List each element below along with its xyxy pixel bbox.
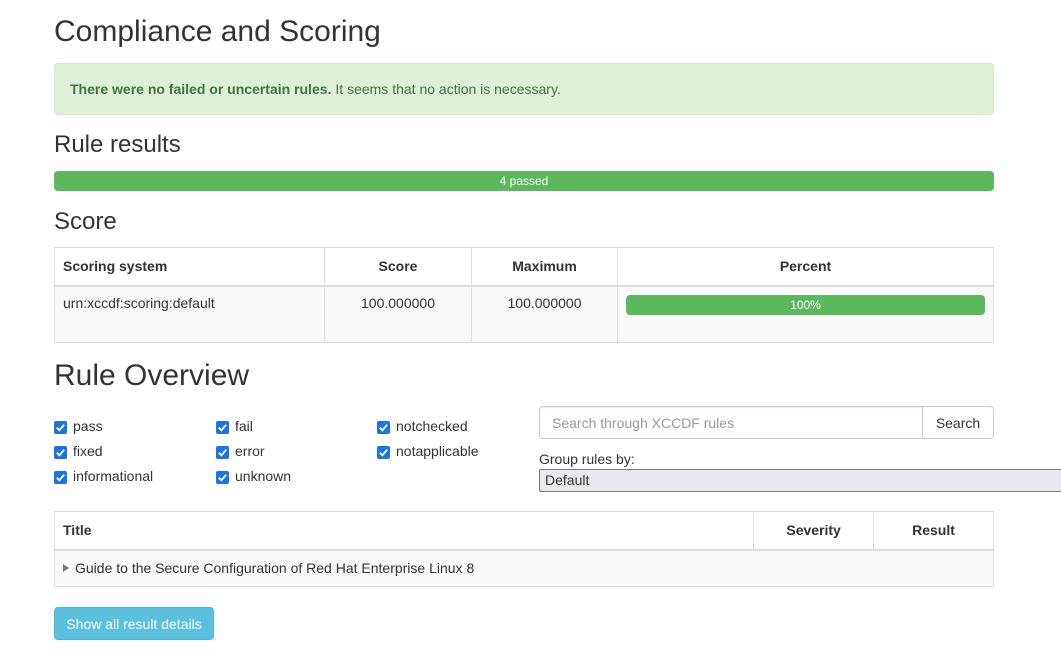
percent-label: 100% — [790, 297, 821, 312]
checkbox-checked-icon[interactable] — [377, 445, 390, 459]
filter-informational[interactable]: informational — [54, 465, 153, 487]
checkbox-checked-icon[interactable] — [216, 420, 229, 434]
filter-label: fail — [235, 418, 253, 434]
filter-notapplicable[interactable]: notapplicable — [377, 440, 479, 462]
search-input[interactable] — [539, 406, 923, 439]
rules-table: Title Severity Result Guide to the Secur… — [53, 511, 994, 587]
filter-label: fixed — [73, 443, 103, 459]
result-filters: pass fixed informational fail error unkn… — [54, 414, 524, 494]
tree-group-row[interactable]: Guide to the Secure Configuration of Red… — [63, 560, 985, 576]
filter-error[interactable]: error — [216, 440, 265, 462]
rule-results-progress: 4 passed — [54, 171, 994, 191]
scoring-system-cell: urn:xccdf:scoring:default — [54, 285, 325, 343]
search-button[interactable]: Search — [923, 406, 994, 439]
percent-cell: 100% — [617, 285, 994, 343]
group-title: Guide to the Secure Configuration of Red… — [75, 560, 475, 577]
filter-label: pass — [73, 418, 103, 434]
score-table: Scoring system Score Maximum Percent urn… — [54, 247, 994, 343]
group-by-label: Group rules by: — [539, 451, 635, 467]
maximum-cell: 100.000000 — [471, 285, 618, 343]
group-by-selected: Default — [545, 472, 590, 488]
checkbox-checked-icon[interactable] — [216, 445, 229, 459]
header-title: Title — [53, 511, 755, 551]
rules-header-row: Title Severity Result — [53, 511, 994, 551]
score-cell: 100.000000 — [324, 285, 472, 343]
report-page: Compliance and Scoring There were no fai… — [0, 0, 1061, 650]
passed-progress-bar: 4 passed — [54, 171, 994, 191]
percent-progress-fill: 100% — [626, 294, 985, 315]
header-score: Score — [324, 247, 472, 287]
checkbox-checked-icon[interactable] — [54, 445, 67, 459]
checkbox-checked-icon[interactable] — [216, 470, 229, 484]
checkbox-checked-icon[interactable] — [54, 420, 67, 434]
filter-notchecked[interactable]: notchecked — [377, 415, 468, 437]
filter-unknown[interactable]: unknown — [216, 465, 291, 487]
filter-fail[interactable]: fail — [216, 415, 253, 437]
filter-pass[interactable]: pass — [54, 415, 103, 437]
checkbox-checked-icon[interactable] — [54, 470, 67, 484]
expand-triangle-icon[interactable] — [63, 564, 69, 573]
header-result: Result — [873, 511, 994, 551]
filter-fixed[interactable]: fixed — [54, 440, 103, 462]
checkbox-checked-icon[interactable] — [377, 420, 390, 434]
success-alert: There were no failed or uncertain rules.… — [54, 63, 994, 115]
table-row[interactable]: Guide to the Secure Configuration of Red… — [54, 549, 994, 587]
rule-overview-heading: Rule Overview — [54, 359, 250, 392]
compliance-heading: Compliance and Scoring — [54, 15, 381, 48]
alert-bold-text: There were no failed or uncertain rules. — [70, 81, 332, 97]
filter-label: informational — [73, 468, 154, 484]
rule-results-heading: Rule results — [54, 131, 181, 158]
header-maximum: Maximum — [471, 247, 618, 287]
score-heading: Score — [54, 208, 117, 235]
table-row: urn:xccdf:scoring:default 100.000000 100… — [54, 285, 994, 343]
group-by-select[interactable]: Default — [539, 469, 1061, 492]
alert-text: It seems that no action is necessary. — [335, 81, 561, 97]
tree-group-cell[interactable]: Guide to the Secure Configuration of Red… — [54, 549, 994, 587]
filter-label: notchecked — [396, 418, 468, 434]
percent-progress: 100% — [626, 294, 985, 315]
score-header-row: Scoring system Score Maximum Percent — [54, 247, 994, 287]
filter-label: error — [235, 443, 265, 459]
header-scoring-system: Scoring system — [54, 247, 325, 287]
filter-label: unknown — [235, 468, 292, 484]
search-group: Search — [539, 406, 994, 439]
show-all-results-button[interactable]: Show all result details — [54, 607, 214, 640]
passed-label: 4 passed — [499, 174, 549, 188]
header-severity: Severity — [753, 511, 875, 551]
header-percent: Percent — [617, 247, 994, 287]
filter-label: notapplicable — [396, 443, 479, 459]
